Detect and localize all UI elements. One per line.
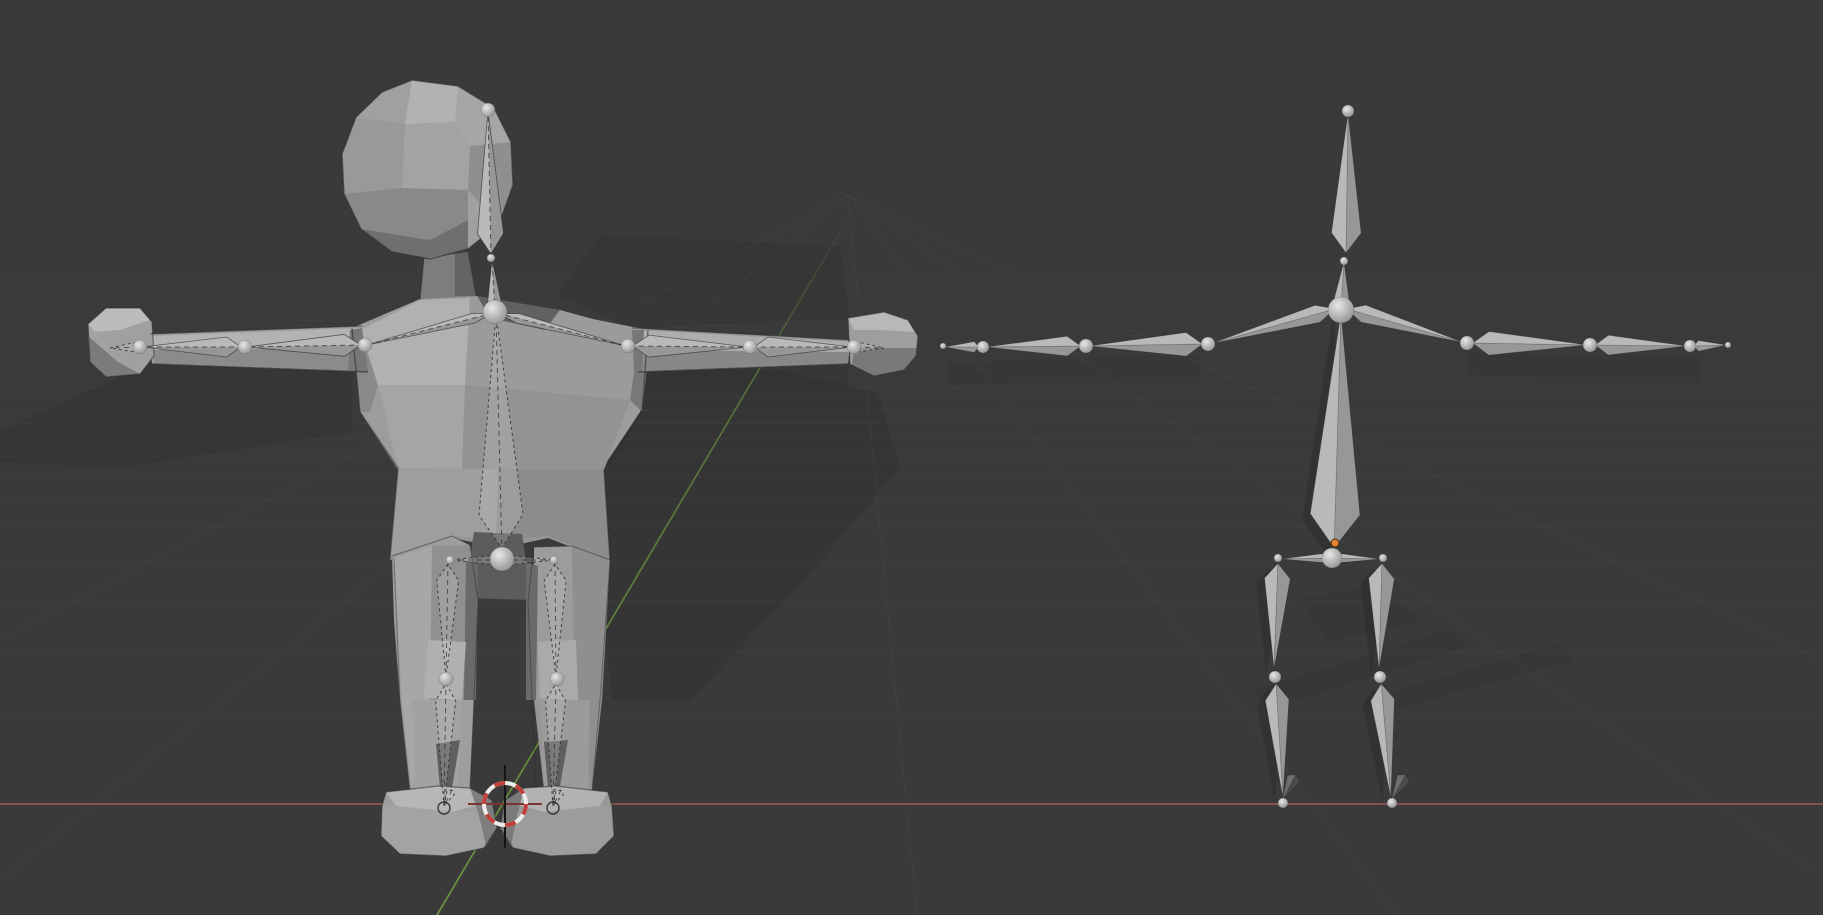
bone-joint <box>1269 671 1281 683</box>
bone-joint <box>1274 554 1282 562</box>
bone-joint <box>490 547 514 571</box>
bone-joint <box>1342 105 1354 117</box>
bone-joint <box>1328 297 1354 323</box>
bone-joint <box>1278 798 1288 808</box>
bone-joint <box>483 300 507 324</box>
bone-joint <box>238 340 252 354</box>
viewport-background <box>0 0 1823 915</box>
bone-joint <box>1079 339 1093 353</box>
object-origin-dot[interactable] <box>1331 539 1339 547</box>
bone-joint <box>743 340 757 354</box>
bone-joint <box>481 103 495 117</box>
viewport-canvas[interactable] <box>0 0 1823 915</box>
bone-joint <box>446 556 454 564</box>
bone-joint <box>1725 342 1731 348</box>
bone-joint <box>550 556 558 564</box>
bone-joint <box>1201 337 1215 351</box>
bone-joint <box>1684 340 1696 352</box>
bone-joint <box>1322 548 1342 568</box>
bone-joint <box>1340 257 1348 265</box>
bone-joint <box>1379 554 1387 562</box>
bone-joint <box>1387 798 1397 808</box>
bone-joint <box>1583 338 1597 352</box>
bone-joint <box>940 343 946 349</box>
bone-joint <box>487 254 495 262</box>
bone-joint <box>358 338 372 352</box>
bone-joint <box>550 672 564 686</box>
bone-joint <box>1374 671 1386 683</box>
blender-3d-viewport[interactable] <box>0 0 1823 915</box>
bone-joint <box>133 340 147 354</box>
bone-joint <box>847 340 861 354</box>
bone-joint <box>977 341 989 353</box>
bone-joint <box>621 339 635 353</box>
bone-joint <box>1460 336 1474 350</box>
bone-joint <box>439 672 453 686</box>
